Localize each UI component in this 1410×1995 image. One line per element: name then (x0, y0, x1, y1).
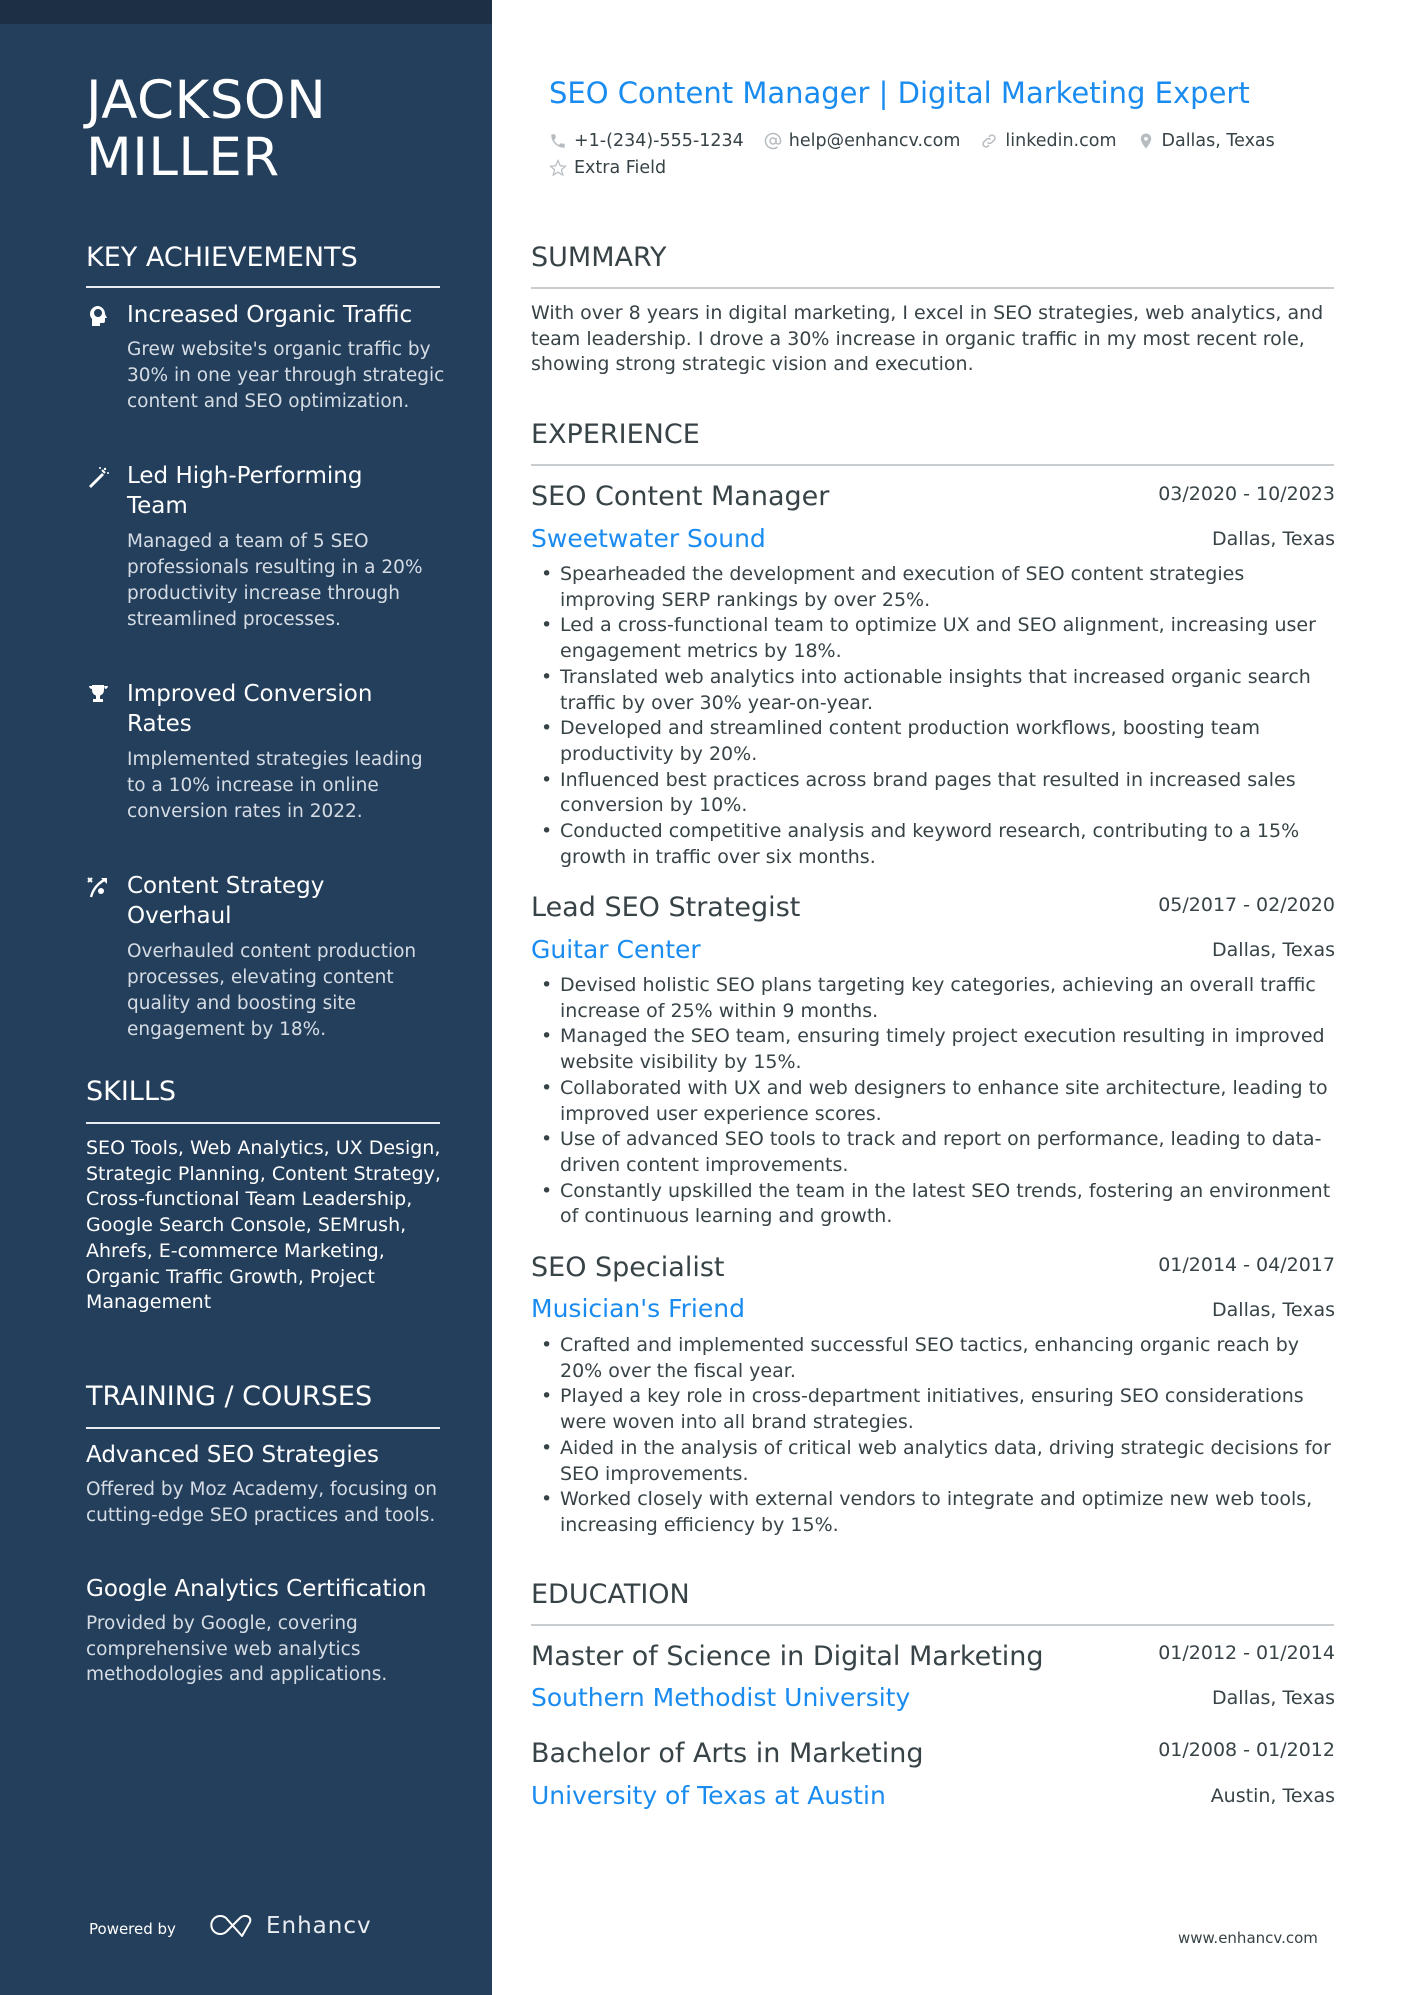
education-degree: Master of Science in Digital Marketing (531, 1641, 1044, 1672)
bullet-item: Aided in the analysis of critical web an… (531, 1436, 1341, 1487)
job-company[interactable]: Musician's Friend (531, 1293, 745, 1325)
contact-row: +1-(234)-555-1234 help@enhancv.com linke… (549, 129, 1295, 153)
key-achievements-divider (86, 286, 440, 288)
achievement-title: Content Strategy Overhaul (127, 873, 325, 929)
contact-linkedin[interactable]: linkedin.com (980, 129, 1117, 153)
skills-heading: SKILLS (86, 1076, 177, 1107)
achievement-description: Grew website's organic traffic by 30% in… (127, 339, 445, 412)
job-location: Dallas, Texas (1212, 1299, 1335, 1321)
job-role: SEO Specialist (531, 1252, 725, 1283)
magic-wand-icon (86, 465, 110, 489)
achievement-title: Improved Conversion Rates (127, 681, 373, 737)
bullet-item: Spearheaded the development and executio… (531, 562, 1341, 613)
education-divider (531, 1624, 1334, 1626)
job-dates: 01/2014 - 04/2017 (1158, 1254, 1335, 1276)
education-location: Dallas, Texas (1212, 1687, 1335, 1709)
bullet-item: Worked closely with external vendors to … (531, 1487, 1341, 1538)
bullet-item: Crafted and implemented successful SEO t… (531, 1333, 1341, 1384)
footer-website-link[interactable]: www.enhancv.com (1178, 1929, 1318, 1947)
candidate-name: JACKSON MILLER (86, 72, 326, 186)
bullet-item: Developed and streamlined content produc… (531, 716, 1341, 767)
strategy-play-icon (86, 875, 110, 899)
at-icon (764, 132, 782, 150)
sidebar-top-strip (0, 0, 492, 24)
enhancv-logo-icon (208, 1912, 258, 1938)
job-bullets: Devised holistic SEO plans targeting key… (531, 973, 1341, 1230)
bullet-item: Influenced best practices across brand p… (531, 768, 1341, 819)
contact-email[interactable]: help@enhancv.com (764, 129, 960, 153)
skills-list: SEO Tools, Web Analytics, UX Design, Str… (86, 1137, 441, 1314)
job-bullets: Crafted and implemented successful SEO t… (531, 1333, 1341, 1539)
training-divider (86, 1427, 440, 1429)
achievement-title: Increased Organic Traffic (127, 302, 413, 328)
star-icon (549, 158, 567, 177)
skills-divider (86, 1122, 440, 1124)
phone-icon (549, 132, 567, 150)
bullet-item: Played a key role in cross-department in… (531, 1384, 1341, 1435)
job-dates: 05/2017 - 02/2020 (1158, 894, 1335, 916)
bullet-item: Constantly upskilled the team in the lat… (531, 1179, 1341, 1230)
key-achievements-heading: KEY ACHIEVEMENTS (86, 242, 358, 273)
link-icon (980, 132, 998, 150)
education-location: Austin, Texas (1210, 1785, 1335, 1807)
summary-divider (531, 287, 1334, 289)
training-heading: TRAINING / COURSES (86, 1381, 373, 1412)
headline-title: SEO Content Manager | Digital Marketing … (549, 76, 1250, 110)
course-description: Offered by Moz Academy, focusing on cutt… (86, 1479, 437, 1526)
name-first: JACKSON (86, 70, 327, 131)
bullet-item: Devised holistic SEO plans targeting key… (531, 973, 1341, 1024)
enhancv-brand-name[interactable]: Enhancv (266, 1913, 372, 1939)
contact-row-extra: Extra Field (549, 156, 686, 180)
bullet-item: Led a cross-functional team to optimize … (531, 613, 1341, 664)
contact-location: Dallas, Texas (1137, 129, 1275, 153)
job-company[interactable]: Sweetwater Sound (531, 523, 766, 555)
bullet-item: Managed the SEO team, ensuring timely pr… (531, 1024, 1341, 1075)
location-pin-icon (1137, 132, 1155, 150)
education-school[interactable]: Southern Methodist University (531, 1682, 910, 1714)
education-dates: 01/2012 - 01/2014 (1158, 1642, 1335, 1664)
achievement-title: Led High-Performing Team (127, 463, 363, 519)
education-heading: EDUCATION (531, 1579, 690, 1610)
course-title: Google Analytics Certification (86, 1576, 427, 1602)
bullet-item: Collaborated with UX and web designers t… (531, 1076, 1341, 1127)
bullet-item: Translated web analytics into actionable… (531, 665, 1341, 716)
bullet-item: Use of advanced SEO tools to track and r… (531, 1127, 1341, 1178)
job-role: Lead SEO Strategist (531, 892, 801, 923)
achievement-description: Overhauled content production processes,… (127, 941, 417, 1040)
bullet-item: Conducted competitive analysis and keywo… (531, 819, 1341, 870)
trophy-icon (86, 683, 110, 707)
education-dates: 01/2008 - 01/2012 (1158, 1739, 1335, 1761)
education-degree: Bachelor of Arts in Marketing (531, 1738, 924, 1769)
job-bullets: Spearheaded the development and executio… (531, 562, 1341, 870)
course-description: Provided by Google, covering comprehensi… (86, 1613, 388, 1686)
education-school[interactable]: University of Texas at Austin (531, 1780, 886, 1812)
experience-heading: EXPERIENCE (531, 419, 700, 450)
contact-extra-field: Extra Field (549, 156, 666, 180)
achievement-description: Managed a team of 5 SEO professionals re… (127, 531, 423, 630)
job-location: Dallas, Texas (1212, 528, 1335, 550)
summary-heading: SUMMARY (531, 242, 667, 273)
job-dates: 03/2020 - 10/2023 (1158, 483, 1335, 505)
experience-divider (531, 464, 1334, 466)
head-brain-icon (86, 304, 110, 328)
job-location: Dallas, Texas (1212, 939, 1335, 961)
name-last: MILLER (86, 127, 280, 188)
course-title: Advanced SEO Strategies (86, 1442, 379, 1468)
powered-by-label: Powered by (89, 1920, 176, 1938)
job-role: SEO Content Manager (531, 481, 830, 512)
achievement-description: Implemented strategies leading to a 10% … (127, 749, 423, 822)
summary-text: With over 8 years in digital marketing, … (531, 302, 1324, 376)
contact-phone[interactable]: +1-(234)-555-1234 (549, 129, 744, 153)
job-company[interactable]: Guitar Center (531, 934, 701, 966)
